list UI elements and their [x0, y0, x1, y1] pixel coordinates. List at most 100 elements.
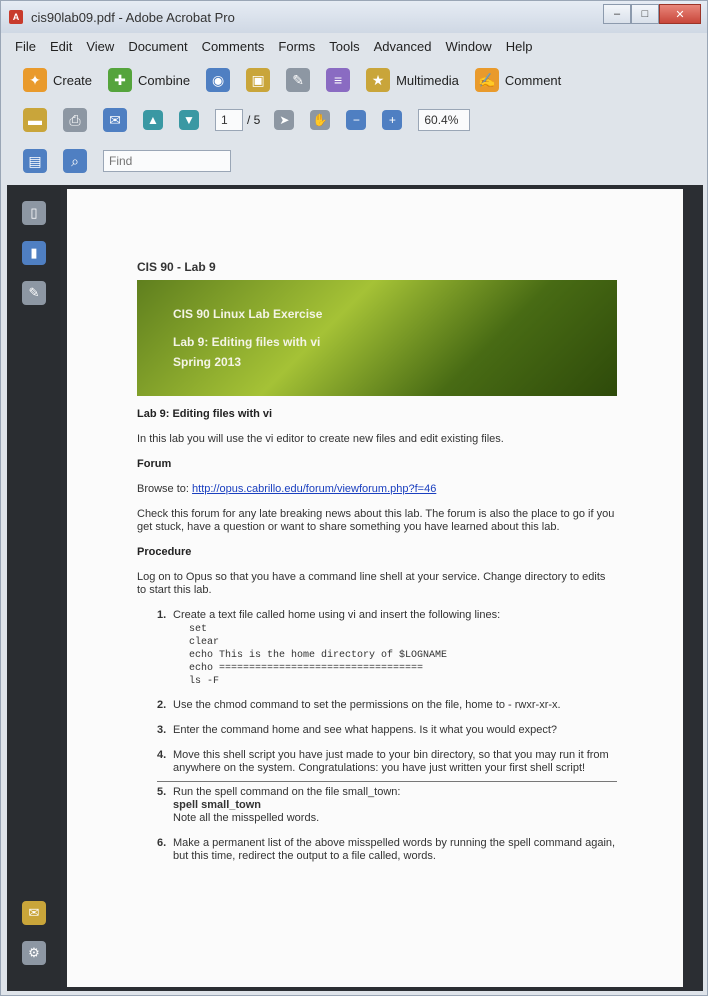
lab-banner-image: CIS 90 Linux Lab Exercise Lab 9: Editing…: [137, 280, 617, 396]
create-pdf-icon: ✦: [23, 68, 47, 92]
separator-line: [157, 781, 617, 782]
menu-edit[interactable]: Edit: [50, 39, 72, 54]
page-down-button[interactable]: ▼: [179, 110, 199, 130]
sign-button[interactable]: ✎: [286, 68, 311, 92]
select-tool-button[interactable]: ➤: [274, 110, 295, 130]
arrow-up-icon: ▲: [143, 110, 163, 130]
menu-document[interactable]: Document: [128, 39, 187, 54]
tasks-toolbar: ✦ Create ✚ Combine ◉ ▣ ✎ ≡ ★ Multimedia …: [1, 61, 707, 99]
intro-paragraph: In this lab you will use the vi editor t…: [137, 433, 504, 445]
cursor-icon: ➤: [274, 110, 295, 130]
search-button[interactable]: ⌕: [63, 149, 87, 173]
menu-view[interactable]: View: [86, 39, 114, 54]
menu-bar: File Edit View Document Comments Forms T…: [1, 35, 707, 57]
banner-line-3: Spring 2013: [173, 355, 242, 369]
lab-heading: Lab 9: Editing files with vi: [137, 408, 273, 420]
menu-window[interactable]: Window: [445, 39, 491, 54]
multimedia-button[interactable]: ★ Multimedia: [366, 68, 459, 92]
multimedia-icon: ★: [366, 68, 391, 92]
pages-panel-icon[interactable]: ▯: [22, 201, 46, 225]
zoom-out-icon: −: [346, 110, 367, 130]
combine-files-icon: ✚: [108, 68, 133, 92]
printer-icon: ⎙: [63, 108, 87, 132]
steps-list: 1. Create a text file called home using …: [137, 609, 617, 775]
create-label: Create: [53, 72, 93, 88]
step5-command: spell small_town: [173, 799, 262, 811]
find-input[interactable]: [103, 150, 231, 172]
forms-button[interactable]: ≡: [326, 68, 351, 92]
step-text: Make a permanent list of the above missp…: [173, 837, 616, 862]
zoom-out-button[interactable]: −: [346, 110, 367, 130]
step-item: 2. Use the chmod command to set the perm…: [157, 699, 617, 712]
pen-icon: ✎: [286, 68, 311, 92]
step-text: Create a text file called home using vi …: [173, 609, 501, 621]
step-item: 6. Make a permanent list of the above mi…: [157, 837, 617, 863]
bookmarks-panel-icon[interactable]: ▮: [22, 241, 46, 265]
step-item: 5. Run the spell command on the file sma…: [157, 786, 617, 825]
minimize-button[interactable]: –: [603, 4, 631, 24]
page-number-input[interactable]: 1: [215, 109, 243, 131]
procedure-paragraph: Log on to Opus so that you have a comman…: [137, 571, 606, 596]
step-text: Run the spell command on the file small_…: [173, 786, 401, 798]
file-toolbar: ▬ ⎙ ✉ ▲ ▼ 1 / 5 ➤ ✋ − + 60.4%: [1, 101, 707, 139]
procedure-heading: Procedure: [137, 546, 192, 558]
code-line: set: [189, 624, 208, 635]
combine-button[interactable]: ✚ Combine: [108, 68, 190, 92]
forms-icon: ≡: [326, 68, 351, 92]
multimedia-label: Multimedia: [396, 72, 459, 88]
menu-tools[interactable]: Tools: [329, 39, 359, 54]
banner-line-2: Lab 9: Editing files with vi: [173, 335, 321, 349]
acrobat-window: A cis90lab09.pdf - Adobe Acrobat Pro – □…: [0, 0, 708, 996]
code-line: clear: [189, 637, 220, 648]
hand-tool-button[interactable]: ✋: [310, 110, 331, 130]
arrow-down-icon: ▼: [179, 110, 199, 130]
lock-icon: ▣: [246, 68, 271, 92]
print-button[interactable]: ⎙: [63, 108, 87, 132]
forum-heading: Forum: [137, 458, 172, 470]
attachments-panel-icon[interactable]: ⚙: [22, 941, 46, 965]
save-icon: ▤: [23, 149, 47, 173]
comments-panel-icon[interactable]: ✉: [22, 901, 46, 925]
menu-comments[interactable]: Comments: [202, 39, 265, 54]
signatures-panel-icon[interactable]: ✎: [22, 281, 46, 305]
banner-line-1: CIS 90 Linux Lab Exercise: [173, 307, 323, 321]
zoom-in-button[interactable]: +: [382, 110, 403, 130]
maximize-button[interactable]: □: [631, 4, 659, 24]
browse-label: Browse to:: [137, 483, 193, 495]
step-number: 6.: [157, 837, 167, 849]
email-button[interactable]: ✉: [103, 108, 127, 132]
create-button[interactable]: ✦ Create: [23, 68, 92, 92]
steps-list-continued: 5. Run the spell command on the file sma…: [137, 786, 617, 863]
combine-label: Combine: [138, 72, 191, 88]
navigation-pane: ▯ ▮ ✎ ✉ ⚙: [7, 185, 61, 991]
menu-file[interactable]: File: [15, 39, 36, 54]
page-up-button[interactable]: ▲: [143, 110, 163, 130]
collaborate-button[interactable]: ◉: [206, 68, 231, 92]
menu-help[interactable]: Help: [506, 39, 533, 54]
menu-forms[interactable]: Forms: [278, 39, 315, 54]
comment-label: Comment: [504, 72, 562, 88]
comment-button[interactable]: ✍ Comment: [474, 68, 562, 92]
window-title: cis90lab09.pdf - Adobe Acrobat Pro: [31, 9, 235, 25]
page-content: CIS 90 - Lab 9 CIS 90 Linux Lab Exercise…: [137, 261, 617, 875]
step-text: Enter the command home and see what happ…: [173, 724, 558, 736]
page-total: / 5: [247, 113, 261, 127]
menu-advanced[interactable]: Advanced: [374, 39, 432, 54]
forum-paragraph: Check this forum for any late breaking n…: [137, 508, 615, 533]
step5-note: Note all the misspelled words.: [173, 812, 320, 824]
banner-caption: CIS 90 - Lab 9: [137, 260, 216, 274]
pdf-page: CIS 90 - Lab 9 CIS 90 Linux Lab Exercise…: [67, 189, 683, 987]
step-text: Move this shell script you have just mad…: [173, 749, 609, 774]
save-button[interactable]: ▤: [23, 149, 47, 173]
step-number: 4.: [157, 749, 167, 761]
step-number: 3.: [157, 724, 167, 736]
step-text: Use the chmod command to set the permiss…: [173, 699, 561, 711]
secure-button[interactable]: ▣: [246, 68, 271, 92]
forum-link[interactable]: http://opus.cabrillo.edu/forum/viewforum…: [192, 483, 436, 495]
step-number: 2.: [157, 699, 167, 711]
close-button[interactable]: ✕: [659, 4, 701, 24]
title-bar: A cis90lab09.pdf - Adobe Acrobat Pro – □…: [1, 1, 707, 33]
open-button[interactable]: ▬: [23, 108, 47, 132]
zoom-level-field[interactable]: 60.4%: [418, 109, 471, 131]
step-number: 1.: [157, 609, 167, 621]
